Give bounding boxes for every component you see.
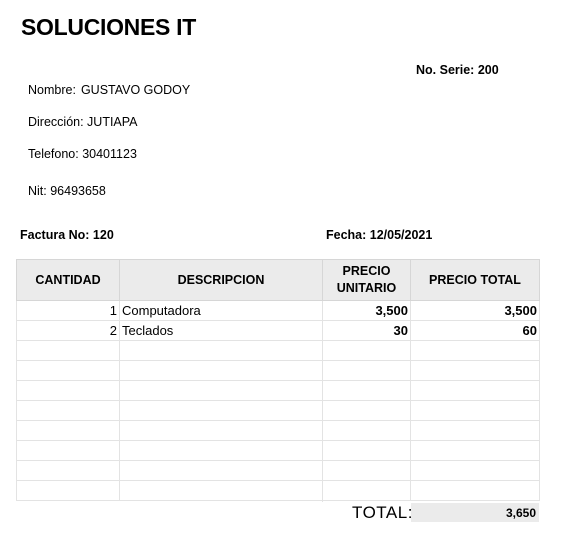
empty-cell (16, 340, 120, 361)
empty-cell (322, 440, 411, 461)
table-row-empty (16, 340, 540, 361)
cell-cantidad: 1 (16, 300, 120, 321)
total-label: TOTAL: (352, 503, 413, 522)
empty-cell (322, 480, 411, 501)
customer-address: Dirección: JUTIAPA (28, 115, 138, 129)
empty-cell (410, 360, 540, 381)
empty-cell (119, 340, 323, 361)
header-precio-unitario-line2: UNITARIO (336, 281, 397, 295)
empty-cell (322, 360, 411, 381)
empty-cell (410, 380, 540, 401)
empty-cell (119, 400, 323, 421)
header-precio-unitario: PRECIO UNITARIO (322, 259, 411, 301)
customer-name-value: GUSTAVO GODOY (80, 83, 191, 97)
empty-cell (410, 440, 540, 461)
table-row-empty (16, 380, 540, 401)
empty-cell (322, 400, 411, 421)
customer-nit: Nit: 96493658 (28, 184, 106, 198)
column-divider (322, 482, 323, 502)
cell-cantidad: 2 (16, 320, 120, 341)
customer-name: Nombre: GUSTAVO GODOY (28, 83, 190, 97)
invoice-date: Fecha: 12/05/2021 (326, 228, 433, 242)
empty-cell (16, 440, 120, 461)
table-header-row: CANTIDAD DESCRIPCION PRECIO UNITARIO PRE… (16, 259, 540, 301)
table-row-empty (16, 440, 540, 461)
empty-cell (119, 480, 323, 501)
empty-cell (119, 440, 323, 461)
empty-cell (119, 360, 323, 381)
table-row-empty (16, 460, 540, 481)
empty-cell (119, 420, 323, 441)
cell-precio-unitario: 30 (322, 320, 411, 341)
empty-cell (410, 420, 540, 441)
table-row-empty (16, 420, 540, 441)
empty-cell (410, 400, 540, 421)
cell-precio-unitario: 3,500 (322, 300, 411, 321)
empty-cell (16, 460, 120, 481)
empty-cell (322, 420, 411, 441)
customer-phone: Telefono: 30401123 (28, 147, 137, 161)
header-cantidad: CANTIDAD (16, 259, 120, 301)
table-row-empty (16, 360, 540, 381)
empty-cell (16, 380, 120, 401)
cell-precio-total: 3,500 (410, 300, 540, 321)
header-precio-unitario-line1: PRECIO (342, 264, 391, 278)
table-row-empty (16, 480, 540, 501)
empty-cell (119, 380, 323, 401)
cell-descripcion: Teclados (119, 320, 323, 341)
empty-cell (410, 480, 540, 501)
empty-cell (16, 400, 120, 421)
empty-cell (119, 460, 323, 481)
customer-name-label: Nombre: (28, 83, 76, 97)
cell-descripcion: Computadora (119, 300, 323, 321)
empty-cell (16, 480, 120, 501)
empty-cell (410, 460, 540, 481)
empty-cell (410, 340, 540, 361)
header-precio-total: PRECIO TOTAL (410, 259, 540, 301)
empty-cell (322, 460, 411, 481)
company-name: SOLUCIONES IT (21, 14, 197, 40)
table-row-empty (16, 400, 540, 421)
empty-cell (322, 340, 411, 361)
empty-cell (16, 360, 120, 381)
total-value: 3,650 (411, 503, 539, 522)
invoice-number: Factura No: 120 (20, 228, 114, 242)
empty-cell (16, 420, 120, 441)
empty-cell (322, 380, 411, 401)
table-row: 2 Teclados 30 60 (16, 320, 540, 341)
serial-number: No. Serie: 200 (416, 63, 499, 77)
cell-precio-total: 60 (410, 320, 540, 341)
header-descripcion: DESCRIPCION (119, 259, 323, 301)
table-row: 1 Computadora 3,500 3,500 (16, 300, 540, 321)
items-table: CANTIDAD DESCRIPCION PRECIO UNITARIO PRE… (16, 259, 540, 501)
